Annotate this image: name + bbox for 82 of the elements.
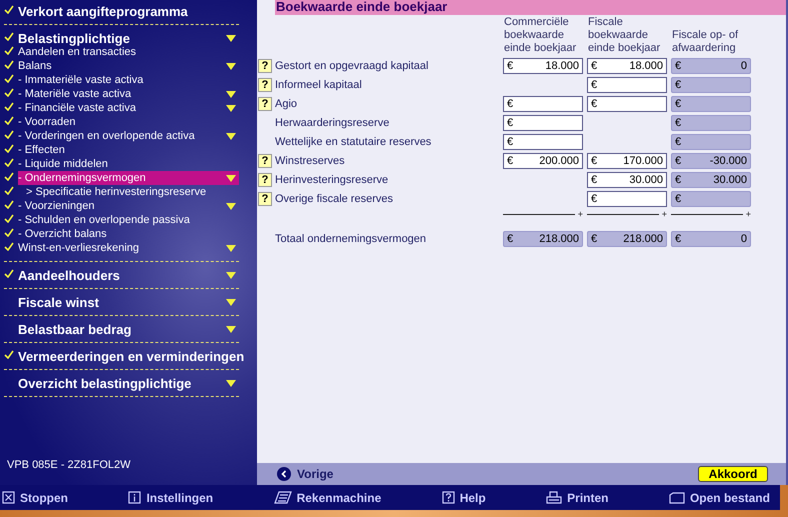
amount-field[interactable]: € (503, 134, 583, 150)
nav-item[interactable]: - Effecten (18, 143, 239, 157)
plus-sign: + (576, 210, 583, 219)
amount-field[interactable]: € (587, 96, 667, 112)
amount-field[interactable]: € (503, 96, 583, 112)
amount-display: € (671, 96, 751, 112)
toolbar-button[interactable]: Printen (546, 490, 608, 504)
amount-display: € (671, 115, 751, 131)
info-icon (128, 491, 142, 504)
nav-item[interactable]: Fiscale winst (18, 295, 239, 309)
nav-item[interactable]: Aandeelhouders (18, 268, 239, 282)
nav-item[interactable]: Winst-en-verliesrekening (18, 241, 239, 255)
nav-item[interactable]: Belastingplichtige (18, 31, 239, 45)
row-label: Informeel kapitaal (275, 79, 363, 91)
nav-item[interactable]: - Financiële vaste activa (18, 101, 239, 115)
row-label: Agio (275, 98, 298, 110)
printer-icon (546, 491, 562, 504)
column-header: Fiscale op- of afwaardering (671, 29, 740, 55)
amount-field[interactable]: € (587, 77, 667, 93)
nav-item[interactable]: - Vorderingen en overlopende activa (18, 129, 239, 143)
nav-item[interactable]: - Schulden en overlopende passiva (18, 213, 239, 227)
row-label: Herinvesteringsreserve (275, 174, 390, 186)
nav-item[interactable]: Belastbaar bedrag (18, 322, 239, 336)
calculator-icon (274, 491, 292, 504)
row-label: Winstreserves (275, 155, 346, 167)
amount-display: € (671, 191, 751, 207)
folder-icon (668, 491, 685, 504)
nav-item[interactable]: Aandelen en transacties (18, 45, 239, 59)
section-title: Boekwaarde einde boekjaar (275, 0, 786, 15)
nav-item[interactable]: - Ondernemingsvermogen (18, 171, 239, 185)
toolbar-button[interactable]: Open bestand (668, 490, 770, 504)
row-label: Herwaarderingsreserve (275, 117, 390, 129)
plus-sign: + (660, 210, 667, 219)
amount-field[interactable]: € (503, 115, 583, 131)
help-button[interactable]: ? (258, 78, 272, 92)
amount-display: € 30.000 (671, 172, 751, 188)
help-button[interactable]: ? (258, 173, 272, 187)
version-text: VPB 085E - 2Z81FOL2W (7, 459, 132, 471)
toolbar-button[interactable]: Rekenmachine (274, 490, 382, 504)
toolbar-button[interactable]: Help (442, 490, 486, 504)
amount-field[interactable]: € 200.000 (503, 153, 583, 169)
plus-sign: + (744, 210, 751, 219)
help-button[interactable]: ? (258, 59, 272, 73)
help-button[interactable]: ? (258, 97, 272, 111)
column-header: Commerciële boekwaarde einde boekjaar (503, 16, 578, 55)
nav-item[interactable]: Overzicht belastingplichtige (18, 376, 239, 390)
amount-field[interactable]: € (587, 191, 667, 207)
column-header: Fiscale boekwaarde einde boekjaar (587, 16, 662, 55)
help-icon (442, 491, 455, 504)
amount-display: € (671, 77, 751, 93)
amount-field[interactable]: € 18.000 (503, 58, 583, 74)
total-label: Totaal ondernemingsvermogen (275, 233, 428, 245)
toolbar-button[interactable]: Stoppen (2, 490, 68, 504)
amount-display: € 0 (671, 58, 751, 74)
nav-item[interactable]: Balans (18, 59, 239, 73)
amount-display: € 0 (671, 231, 751, 247)
amount-display: € 218.000 (503, 231, 583, 247)
close-icon (2, 491, 15, 504)
nav-item[interactable]: - Voorraden (18, 115, 239, 129)
help-button[interactable]: ? (258, 192, 272, 206)
back-button[interactable]: Vorige (277, 467, 334, 481)
amount-display: € 218.000 (587, 231, 667, 247)
row-label: Wettelijke en statutaire reserves (275, 136, 432, 148)
row-label: Overige fiscale reserves (275, 193, 394, 205)
nav-item[interactable]: > Specificatie herinvesteringsreserve (18, 185, 239, 199)
nav-item[interactable]: - Immateriële vaste activa (18, 73, 239, 87)
amount-field[interactable]: € 170.000 (587, 153, 667, 169)
nav-item[interactable]: - Liquide middelen (18, 157, 239, 171)
help-button[interactable]: ? (258, 154, 272, 168)
ok-button[interactable]: Akkoord (698, 466, 768, 482)
amount-display: € (671, 134, 751, 150)
nav-item[interactable]: - Voorzieningen (18, 199, 239, 213)
amount-field[interactable]: € 18.000 (587, 58, 667, 74)
nav-item[interactable]: Vermeerderingen en verminderingen (18, 349, 248, 363)
back-icon (277, 467, 291, 481)
toolbar-button[interactable]: Instellingen (128, 490, 214, 504)
row-label: Gestort en opgevraagd kapitaal (275, 60, 430, 72)
amount-field[interactable]: € 30.000 (587, 172, 667, 188)
nav-item[interactable]: - Overzicht balans (18, 227, 239, 241)
amount-display: € -30.000 (671, 153, 751, 169)
nav-item[interactable]: - Materiële vaste activa (18, 87, 239, 101)
nav-item[interactable]: Verkort aangifteprogramma (18, 4, 239, 18)
